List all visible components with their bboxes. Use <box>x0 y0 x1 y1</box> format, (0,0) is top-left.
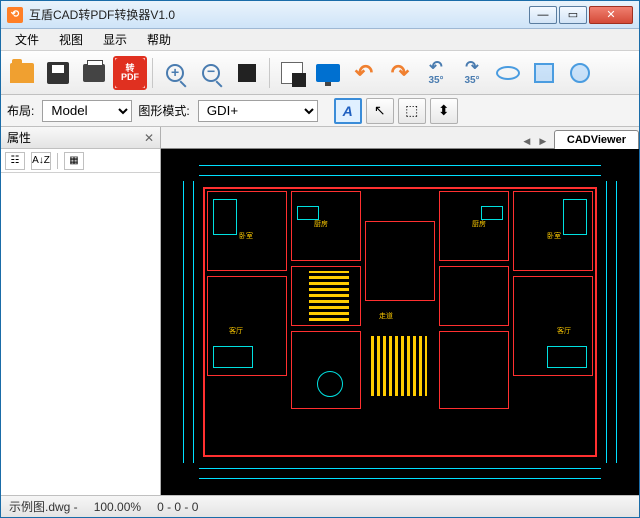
viewer: ◀ ▶ CADViewer <box>161 127 639 495</box>
properties-sidebar: 属性 ✕ ☷ A↓Z ▦ <box>1 127 161 495</box>
menubar: 文件 视图 显示 帮助 <box>1 29 639 51</box>
dark-bg-button[interactable] <box>230 56 264 90</box>
list-view-button[interactable]: ▦ <box>64 152 84 170</box>
properties-toolbar: ☷ A↓Z ▦ <box>1 149 160 173</box>
zoom-in-button[interactable] <box>158 56 192 90</box>
print-icon <box>83 64 105 82</box>
zoom-in-icon <box>166 64 184 82</box>
cad-canvas[interactable]: 卧室 客厅 厨房 卧室 客厅 厨房 走道 <box>161 149 639 495</box>
categorize-button[interactable]: ☷ <box>5 152 25 170</box>
save-button[interactable] <box>41 56 75 90</box>
status-filename: 示例图.dwg - <box>9 498 78 515</box>
folder-icon <box>10 63 34 83</box>
zoom-out-button[interactable] <box>194 56 228 90</box>
print-button[interactable] <box>77 56 111 90</box>
minimize-button[interactable]: — <box>529 6 557 24</box>
status-zoom: 100.00% <box>94 500 141 514</box>
redo-button[interactable]: ↷ <box>383 56 417 90</box>
tab-next-button[interactable]: ▶ <box>536 134 550 148</box>
close-button[interactable]: ✕ <box>589 6 633 24</box>
pdf-icon-bottom: PDF <box>121 73 139 82</box>
separator <box>152 58 153 88</box>
tabstrip: ◀ ▶ CADViewer <box>161 127 639 149</box>
light-bg-button[interactable] <box>275 56 309 90</box>
tab-cadviewer[interactable]: CADViewer <box>554 130 639 149</box>
option-icons: A ↖ ⬚ ⬍ <box>334 98 458 124</box>
properties-header: 属性 ✕ <box>1 127 160 149</box>
rotate-ccw-button[interactable]: ↶35° <box>419 56 453 90</box>
undo-icon: ↶ <box>355 60 373 86</box>
convert-pdf-button[interactable]: 转 PDF <box>113 56 147 90</box>
circle-select-icon <box>570 63 590 83</box>
open-button[interactable] <box>5 56 39 90</box>
pointer-button[interactable]: ↖ <box>366 98 394 124</box>
menu-display[interactable]: 显示 <box>93 29 137 50</box>
options-bar: 布局: Model 图形模式: GDI+ A ↖ ⬚ ⬍ <box>1 95 639 127</box>
tab-prev-button[interactable]: ◀ <box>520 134 534 148</box>
zoom-out-icon <box>202 64 220 82</box>
separator <box>269 58 270 88</box>
text-mode-button[interactable]: A <box>334 98 362 124</box>
dark-icon <box>238 64 256 82</box>
properties-body <box>1 173 160 495</box>
rotate-cw-icon: ↷35° <box>464 60 479 86</box>
rotate-ccw-icon: ↶35° <box>428 60 443 86</box>
rect-select-button[interactable] <box>527 56 561 90</box>
light-icon <box>281 62 303 84</box>
layout-label: 布局: <box>7 102 34 119</box>
titlebar: ⟲ 互盾CAD转PDF转换器V1.0 — ▭ ✕ <box>1 1 639 29</box>
fullscreen-button[interactable] <box>311 56 345 90</box>
app-icon: ⟲ <box>7 7 23 23</box>
properties-title: 属性 <box>7 129 31 146</box>
orbit-icon <box>496 66 520 80</box>
box-select-button[interactable]: ⬚ <box>398 98 426 124</box>
rotate-cw-button[interactable]: ↷35° <box>455 56 489 90</box>
close-panel-button[interactable]: ✕ <box>144 131 154 145</box>
screen-icon <box>316 64 340 82</box>
main: 属性 ✕ ☷ A↓Z ▦ ◀ ▶ CADViewer <box>1 127 639 495</box>
gmode-select[interactable]: GDI+ <box>198 100 318 122</box>
window-buttons: — ▭ ✕ <box>527 6 633 24</box>
orbit-button[interactable] <box>491 56 525 90</box>
layout-select[interactable]: Model <box>42 100 132 122</box>
measure-button[interactable]: ⬍ <box>430 98 458 124</box>
gmode-label: 图形模式: <box>138 102 189 119</box>
menu-file[interactable]: 文件 <box>5 29 49 50</box>
rect-select-icon <box>534 63 554 83</box>
statusbar: 示例图.dwg - 100.00% 0 - 0 - 0 <box>1 495 639 517</box>
status-coords: 0 - 0 - 0 <box>157 500 198 514</box>
menu-view[interactable]: 视图 <box>49 29 93 50</box>
menu-help[interactable]: 帮助 <box>137 29 181 50</box>
circle-select-button[interactable] <box>563 56 597 90</box>
window-title: 互盾CAD转PDF转换器V1.0 <box>29 6 527 23</box>
sort-az-button[interactable]: A↓Z <box>31 152 51 170</box>
pdf-icon: 转 PDF <box>115 58 145 88</box>
toolbar: 转 PDF ↶ ↷ ↶35° ↷35° <box>1 51 639 95</box>
save-icon <box>47 62 69 84</box>
redo-icon: ↷ <box>391 60 409 86</box>
maximize-button[interactable]: ▭ <box>559 6 587 24</box>
undo-button[interactable]: ↶ <box>347 56 381 90</box>
floor-plan: 卧室 客厅 厨房 卧室 客厅 厨房 走道 <box>179 161 621 483</box>
